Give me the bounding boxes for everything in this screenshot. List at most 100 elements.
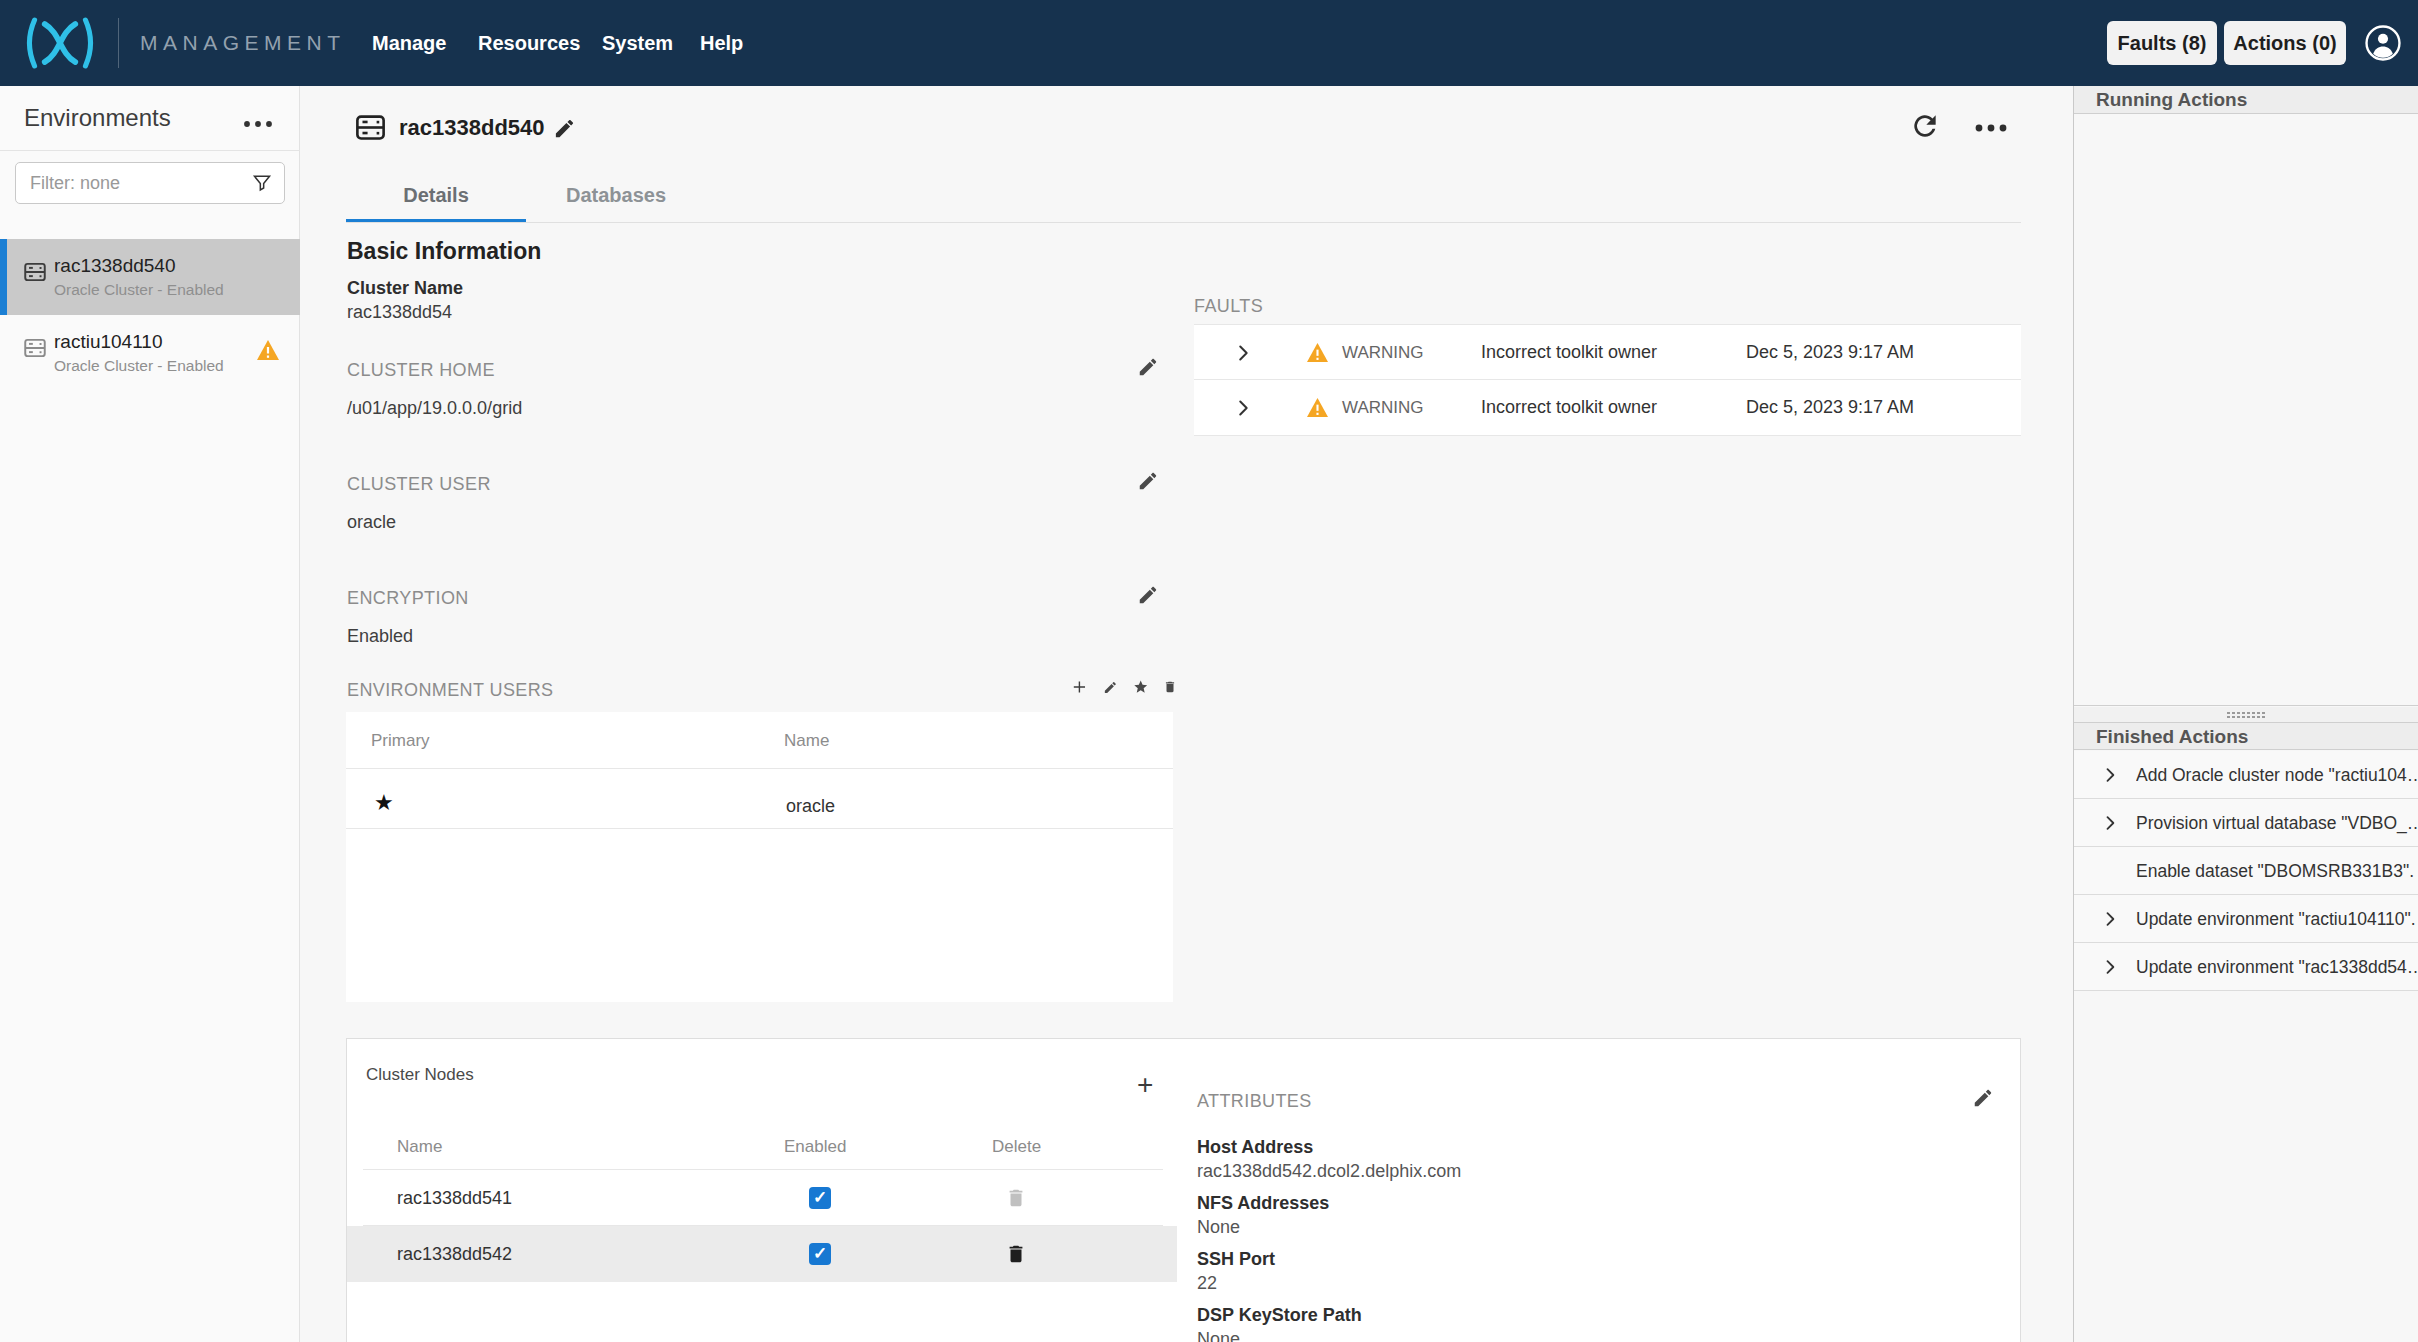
finished-action-text: Add Oracle cluster node "ractiu104… xyxy=(2136,765,2418,786)
cluster-home-value: /u01/app/19.0.0.0/grid xyxy=(347,398,522,419)
attr-dsp-keystore-label: DSP KeyStore Path xyxy=(1197,1305,1362,1326)
expand-chevron-icon[interactable] xyxy=(2100,813,2120,833)
finished-action-row[interactable]: Enable dataset "DBOMSRB331B3". xyxy=(2074,847,2418,895)
tab-databases[interactable]: Databases xyxy=(526,184,706,222)
environment-users-label: ENVIRONMENT USERS xyxy=(347,680,554,701)
warning-icon xyxy=(256,339,280,361)
nodes-col-enabled: Enabled xyxy=(784,1137,846,1157)
environment-subtitle: Oracle Cluster - Enabled xyxy=(54,281,224,299)
cluster-icon xyxy=(22,335,48,361)
actions-button[interactable]: Actions (0) xyxy=(2224,21,2346,65)
panel-splitter[interactable] xyxy=(2074,707,2418,722)
expand-chevron-icon[interactable] xyxy=(2100,765,2120,785)
fault-title: Incorrect toolkit owner xyxy=(1481,342,1657,363)
attr-dsp-keystore-value: None xyxy=(1197,1329,1240,1342)
edit-encryption-icon[interactable] xyxy=(1137,584,1159,606)
encryption-value: Enabled xyxy=(347,626,413,647)
nav-system[interactable]: System xyxy=(602,0,673,86)
cluster-name-label: Cluster Name xyxy=(347,278,463,299)
nodes-col-delete: Delete xyxy=(992,1137,1041,1157)
navbar-divider xyxy=(118,18,119,68)
environment-name: ractiu104110 xyxy=(54,331,162,353)
finished-action-row[interactable]: Add Oracle cluster node "ractiu104… xyxy=(2074,751,2418,799)
add-user-icon[interactable] xyxy=(1071,675,1088,699)
edit-attributes-icon[interactable] xyxy=(1972,1087,1994,1109)
cluster-nodes-card: Cluster Nodes + Name Enabled Delete rac1… xyxy=(346,1038,2021,1342)
splitter-handle-icon xyxy=(2226,711,2266,718)
enabled-checkbox[interactable]: ✓ xyxy=(809,1187,831,1209)
faults-section-label: FAULTS xyxy=(1194,296,1263,317)
attr-ssh-port-label: SSH Port xyxy=(1197,1249,1275,1270)
finished-action-row[interactable]: Update environment "ractiu104110". xyxy=(2074,895,2418,943)
environment-subtitle: Oracle Cluster - Enabled xyxy=(54,357,224,375)
primary-star-icon: ★ xyxy=(374,790,394,816)
edit-user-icon[interactable] xyxy=(1103,677,1118,698)
filter-input[interactable] xyxy=(30,163,240,203)
cluster-icon xyxy=(353,110,388,145)
brand-title: MANAGEMENT xyxy=(140,0,346,86)
set-primary-user-icon[interactable] xyxy=(1133,676,1148,698)
faults-table: WARNING Incorrect toolkit owner Dec 5, 2… xyxy=(1194,324,2021,436)
expand-chevron-icon[interactable] xyxy=(1232,342,1254,364)
nav-resources[interactable]: Resources xyxy=(478,0,580,86)
expand-chevron-icon[interactable] xyxy=(2100,909,2120,929)
warning-icon xyxy=(1306,342,1329,363)
faults-button[interactable]: Faults (8) xyxy=(2107,21,2217,65)
finished-action-text: Enable dataset "DBOMSRB331B3". xyxy=(2136,861,2418,882)
finished-action-text: Update environment "rac1338dd54… xyxy=(2136,957,2418,978)
delete-node-icon[interactable] xyxy=(1005,1243,1027,1265)
users-col-name: Name xyxy=(784,731,829,751)
finished-actions-header: Finished Actions xyxy=(2074,722,2418,750)
finished-action-row[interactable]: Update environment "rac1338dd54… xyxy=(2074,943,2418,991)
attributes-label: ATTRIBUTES xyxy=(1197,1091,1312,1112)
environment-users-toolbar xyxy=(1071,674,1177,700)
node-row-rac1338dd542[interactable]: rac1338dd542 ✓ xyxy=(347,1226,1177,1282)
warning-icon xyxy=(1306,397,1329,418)
sidebar-item-rac1338dd540[interactable]: rac1338dd540 Oracle Cluster - Enabled xyxy=(0,239,300,315)
actions-panel: Running Actions Finished Actions Add Ora… xyxy=(2073,86,2418,1342)
attr-host-address-value: rac1338dd542.dcol2.delphix.com xyxy=(1197,1161,1461,1182)
tab-details[interactable]: Details xyxy=(346,184,526,222)
edit-cluster-home-icon[interactable] xyxy=(1137,356,1159,378)
cluster-user-label: CLUSTER USER xyxy=(347,474,491,495)
encryption-label: ENCRYPTION xyxy=(347,588,469,609)
nav-help[interactable]: Help xyxy=(700,0,743,86)
filter-icon[interactable] xyxy=(252,173,272,193)
sidebar-title: Environments xyxy=(24,104,171,132)
nodes-col-name: Name xyxy=(397,1137,442,1157)
cluster-user-value: oracle xyxy=(347,512,396,533)
expand-chevron-icon[interactable] xyxy=(1232,397,1254,419)
environments-sidebar: Environments rac1338dd540 Oracle Cluster… xyxy=(0,86,300,1342)
fault-row[interactable]: WARNING Incorrect toolkit owner Dec 5, 2… xyxy=(1194,324,2021,380)
user-name-cell: oracle xyxy=(786,796,835,817)
fault-severity: WARNING xyxy=(1342,398,1424,418)
node-name-cell: rac1338dd542 xyxy=(397,1244,512,1265)
fault-row[interactable]: WARNING Incorrect toolkit owner Dec 5, 2… xyxy=(1194,380,2021,436)
edit-cluster-user-icon[interactable] xyxy=(1137,470,1159,492)
sidebar-item-ractiu104110[interactable]: ractiu104110 Oracle Cluster - Enabled xyxy=(0,315,300,391)
add-node-icon[interactable]: + xyxy=(1137,1071,1165,1099)
page-more-menu-icon[interactable] xyxy=(1969,116,2013,140)
top-navbar: MANAGEMENT Manage Resources System Help … xyxy=(0,0,2418,86)
nav-manage[interactable]: Manage xyxy=(372,0,446,86)
fault-severity: WARNING xyxy=(1342,343,1424,363)
running-actions-body xyxy=(2074,114,2418,706)
fault-date: Dec 5, 2023 9:17 AM xyxy=(1746,342,1914,363)
tabs-hairline xyxy=(346,222,2021,223)
page-title: rac1338dd540 xyxy=(399,115,545,141)
enabled-checkbox[interactable]: ✓ xyxy=(809,1243,831,1265)
edit-title-icon[interactable] xyxy=(553,117,576,140)
finished-actions-list: Add Oracle cluster node "ractiu104… Prov… xyxy=(2074,751,2418,991)
sidebar-more-menu-icon[interactable] xyxy=(240,112,278,136)
delete-user-icon[interactable] xyxy=(1163,676,1177,698)
cluster-icon xyxy=(22,259,48,285)
environment-name: rac1338dd540 xyxy=(54,255,176,277)
user-avatar-icon[interactable] xyxy=(2364,24,2402,62)
expand-chevron-icon[interactable] xyxy=(2100,957,2120,977)
finished-action-row[interactable]: Provision virtual database "VDBO_… xyxy=(2074,799,2418,847)
attr-nfs-label: NFS Addresses xyxy=(1197,1193,1329,1214)
refresh-icon[interactable] xyxy=(1909,110,1941,142)
node-row-rac1338dd541[interactable]: rac1338dd541 ✓ xyxy=(347,1170,1177,1226)
filter-box xyxy=(15,162,285,204)
cluster-nodes-label: Cluster Nodes xyxy=(366,1065,474,1085)
